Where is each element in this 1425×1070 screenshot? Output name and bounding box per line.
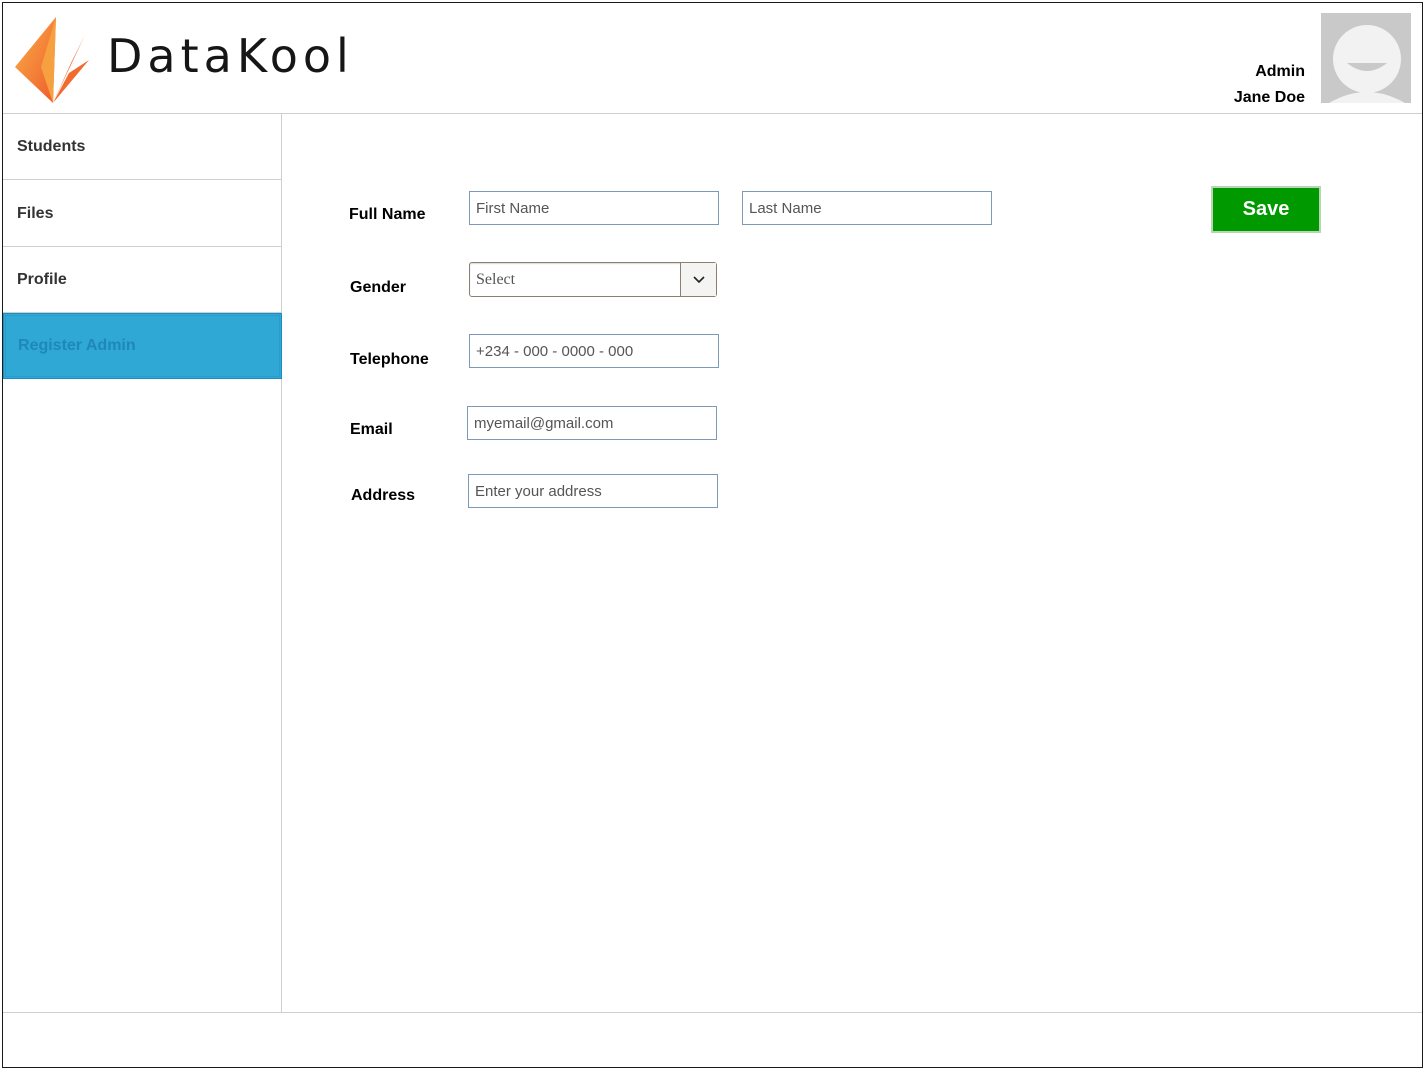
address-input[interactable] [468,474,718,508]
sidebar-item-files[interactable]: Files [3,181,282,247]
email-label: Email [350,421,393,438]
last-name-input[interactable] [742,191,992,225]
user-name: Jane Doe [1233,89,1305,106]
save-button[interactable]: Save [1211,186,1321,233]
dropdown-button[interactable] [680,263,716,296]
gender-selected-value: Select [476,271,516,288]
chevron-down-icon [692,275,705,283]
telephone-input[interactable] [469,334,719,368]
email-input[interactable] [467,406,717,440]
gender-label: Gender [350,279,407,296]
datakool-logo-icon [15,17,89,103]
sidebar-item-label: Students [17,137,86,155]
sidebar-item-register-admin[interactable]: Register Admin [3,313,282,379]
brand-name: DataKool [107,29,354,83]
footer-divider [3,1012,1422,1013]
sidebar-item-label: Profile [17,270,67,288]
address-label: Address [351,487,416,504]
user-role: Admin [1255,63,1305,80]
sidebar-item-label: Files [17,204,54,222]
sidebar-item-profile[interactable]: Profile [3,247,282,313]
sidebar-item-label: Register Admin [18,337,136,354]
sidebar-item-students[interactable]: Students [3,114,282,180]
first-name-input[interactable] [469,191,719,225]
avatar[interactable] [1321,13,1411,103]
gender-select[interactable]: Select [469,262,717,297]
user-info: Admin Jane Doe [1234,59,1305,111]
sidebar: Students Files Profile Register Admin [3,114,282,1012]
telephone-label: Telephone [350,351,429,368]
user-avatar-icon [1321,13,1411,103]
app-header: DataKool Admin Jane Doe [3,3,1422,114]
full-name-label: Full Name [349,206,426,223]
